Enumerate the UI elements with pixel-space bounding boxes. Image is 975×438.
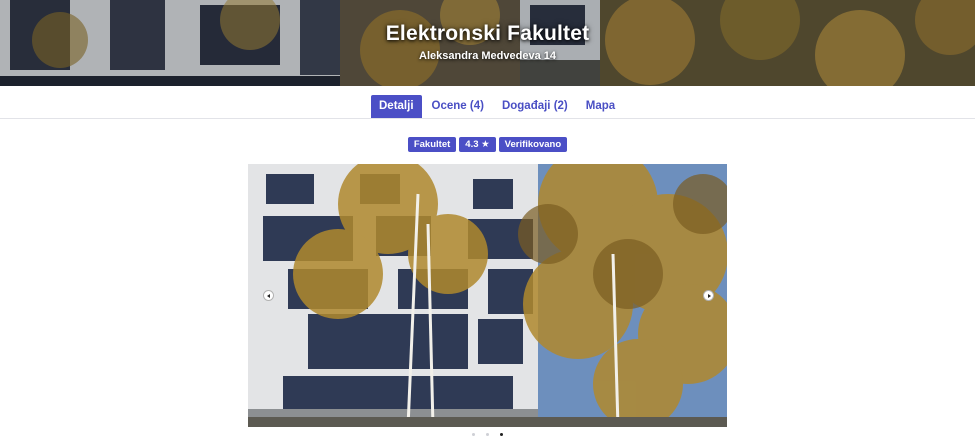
carousel-prev-button[interactable] <box>263 290 274 301</box>
tab-bar: Detalji Ocene (4) Događaji (2) Mapa <box>0 86 975 119</box>
category-badge: Fakultet <box>407 137 457 152</box>
hero-banner: Elektronski Fakultet Aleksandra Medvedev… <box>0 0 975 86</box>
tab-ratings[interactable]: Ocene (4) <box>424 95 492 118</box>
carousel-next-button[interactable] <box>703 290 714 301</box>
tab-list: Detalji Ocene (4) Događaji (2) Mapa <box>371 95 625 118</box>
chevron-left-icon <box>267 294 270 298</box>
tab-details[interactable]: Detalji <box>371 95 422 118</box>
chevron-right-icon <box>708 294 711 298</box>
tab-events[interactable]: Događaji (2) <box>494 95 576 118</box>
verified-badge: Verifikovano <box>498 137 568 152</box>
badge-row: Fakultet 4.3 ★ Verifikovano <box>0 137 975 152</box>
tab-map[interactable]: Mapa <box>578 95 623 118</box>
rating-badge: 4.3 ★ <box>459 137 496 152</box>
image-carousel <box>248 164 727 427</box>
page-title: Elektronski Fakultet <box>385 22 590 45</box>
carousel-slide-image <box>248 164 727 427</box>
carousel-indicators <box>0 433 975 436</box>
carousel-indicator-3[interactable] <box>500 433 503 436</box>
address-text: Aleksandra Medvedeva 14 <box>419 50 556 62</box>
carousel-indicator-1[interactable] <box>472 433 475 436</box>
carousel-indicator-2[interactable] <box>486 433 489 436</box>
